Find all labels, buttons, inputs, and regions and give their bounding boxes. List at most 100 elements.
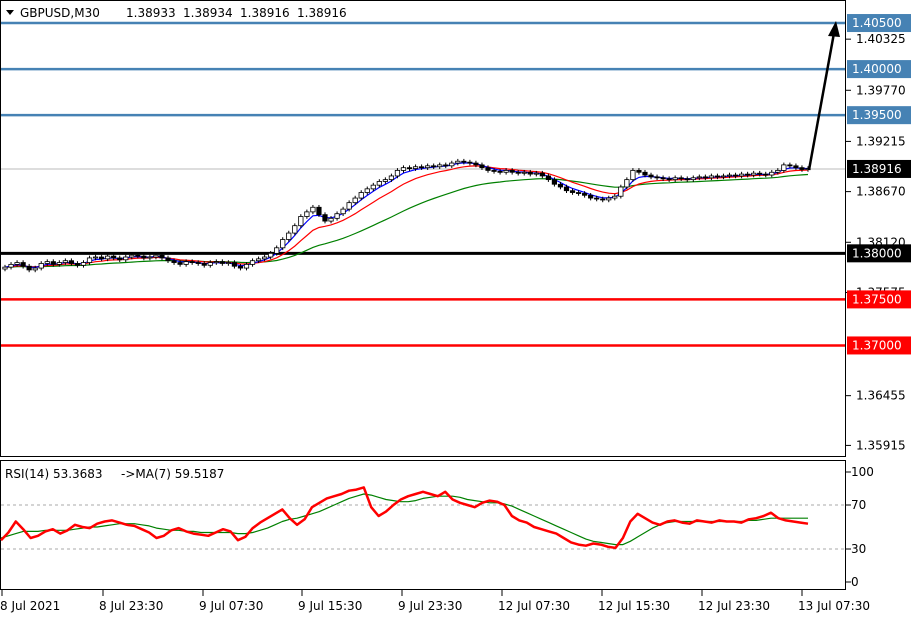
time-tick-label: 12 Jul 07:30	[498, 599, 570, 613]
candle-body	[117, 257, 123, 261]
current-price-tag-label: 1.38916	[852, 162, 902, 176]
candle-body	[44, 261, 50, 264]
candle-body	[286, 232, 292, 240]
candle-body	[545, 175, 551, 181]
candle-body	[86, 257, 93, 263]
candle-body	[497, 170, 503, 173]
price-axis: 1.403251.397701.392151.386701.381201.375…	[845, 32, 906, 452]
candle-body	[376, 181, 382, 186]
candle-body	[533, 172, 539, 175]
candle-body	[672, 177, 678, 181]
candle-body	[660, 177, 666, 180]
symbol-name: GBPUSD,M30	[20, 6, 100, 20]
candle-body	[165, 257, 171, 262]
candle-body	[425, 165, 431, 169]
candle-body	[473, 162, 479, 166]
candle-body	[370, 184, 376, 190]
candle-body	[751, 172, 757, 176]
candle-body	[557, 183, 564, 188]
candle-body	[50, 261, 56, 265]
candle-body	[515, 171, 521, 174]
candle-body	[352, 197, 358, 204]
candle-body	[666, 178, 672, 181]
candle-body	[274, 247, 280, 254]
candle-body	[237, 265, 244, 269]
candle-body	[255, 258, 262, 262]
candle-body	[738, 173, 745, 177]
candle-body	[62, 260, 68, 263]
candle-body	[328, 217, 334, 222]
candle-body	[304, 211, 310, 217]
candle-body	[648, 174, 654, 178]
candle-body	[431, 165, 437, 168]
candle-body	[123, 256, 129, 261]
time-tick-label: 12 Jul 15:30	[598, 599, 670, 613]
candle-body	[249, 260, 256, 265]
candle-body	[316, 206, 322, 216]
candle-body	[141, 255, 147, 259]
candle-body	[280, 239, 286, 249]
candle-body	[503, 170, 509, 173]
candle-body	[111, 255, 117, 259]
price-level-tag-label: 1.40000	[852, 62, 902, 76]
candle-body	[14, 262, 20, 265]
candle-body	[799, 167, 805, 170]
time-tick-label: 13 Jul 07:30	[798, 599, 870, 613]
time-tick-label: 8 Jul 2021	[0, 599, 60, 613]
candle-body	[551, 179, 558, 185]
price-level-tag-label: 1.39500	[852, 108, 902, 122]
candle-body	[56, 262, 62, 265]
candle-body	[171, 260, 177, 263]
candle-body	[310, 206, 316, 213]
candle-body	[606, 197, 612, 201]
time-tick-label: 12 Jul 23:30	[698, 599, 770, 613]
candle-body	[708, 175, 714, 179]
time-tick-label: 9 Jul 15:30	[298, 599, 362, 613]
candle-body	[99, 256, 105, 260]
price-chart[interactable]: GBPUSD,M30 1.38933 1.38934 1.38916 1.389…	[0, 0, 918, 618]
candle-body	[437, 164, 443, 168]
rsi-axis: 100 70 30 0	[845, 465, 874, 589]
candle-body	[298, 216, 304, 227]
candle-body	[618, 186, 624, 197]
price-level-tag-label: 1.37500	[852, 292, 902, 306]
candle-body	[364, 188, 370, 193]
candle-body	[135, 254, 141, 257]
candle-body	[153, 254, 159, 258]
candle-body	[406, 167, 413, 170]
time-axis: 8 Jul 2021 8 Jul 23:30 9 Jul 07:30 9 Jul 15…	[0, 590, 870, 613]
ohlc-high: 1.38934	[183, 6, 233, 20]
price-tick-label: 1.38670	[856, 185, 906, 199]
price-tick-label: 1.40325	[856, 32, 906, 46]
rsi-tick-label: 100	[851, 465, 874, 479]
candle-body	[702, 176, 708, 179]
candle-body	[129, 254, 135, 258]
rsi-label: RSI(14) 53.3683	[5, 467, 103, 481]
candle-body	[563, 186, 570, 192]
candle-body	[485, 167, 491, 171]
candle-body	[243, 263, 250, 269]
ohlc-low: 1.38916	[240, 6, 290, 20]
candle-body	[20, 262, 26, 267]
candle-body	[8, 263, 14, 268]
candle-body	[74, 263, 81, 266]
candle-body	[582, 193, 588, 196]
candle-body	[38, 263, 44, 269]
candle-body	[334, 213, 340, 219]
candle-body	[418, 166, 425, 169]
candle-body	[491, 170, 497, 172]
candle-body	[449, 162, 455, 167]
candle-body	[636, 170, 642, 173]
candle-body	[527, 171, 533, 175]
candle-body	[714, 175, 721, 178]
candle-body	[219, 261, 225, 264]
candle-body	[461, 160, 467, 163]
candle-body	[630, 170, 636, 181]
candle-body	[213, 261, 219, 264]
candle-body	[177, 262, 183, 265]
candle-body	[207, 262, 213, 266]
candle-body	[322, 214, 328, 222]
candle-body	[654, 176, 660, 179]
candle-body	[769, 171, 775, 176]
ohlc-close: 1.38916	[297, 6, 347, 20]
